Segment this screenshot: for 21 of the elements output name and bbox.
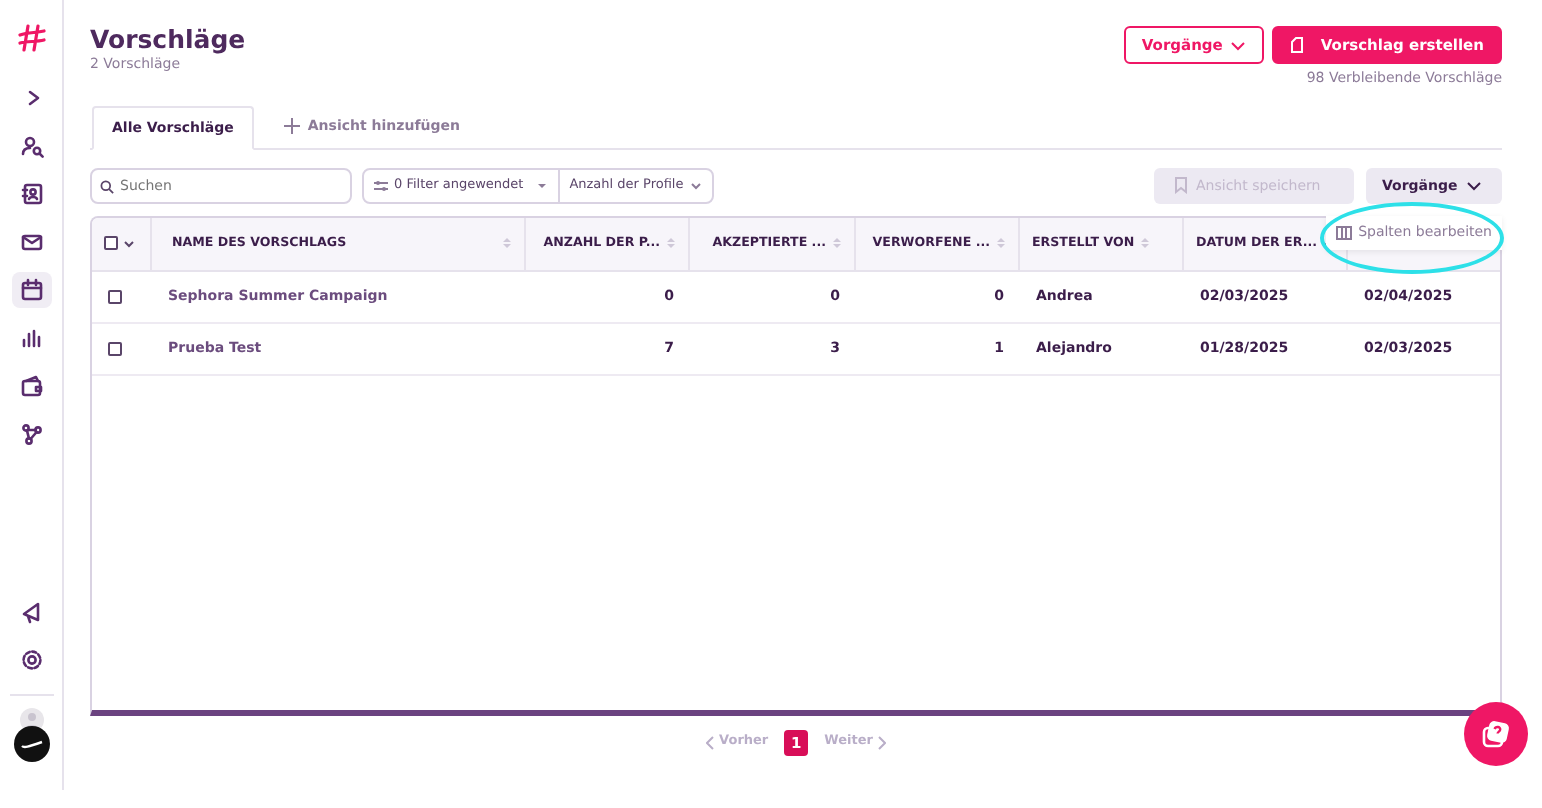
chevron-down-icon xyxy=(1230,39,1247,52)
chevron-down-icon xyxy=(124,239,134,248)
chevron-down-icon xyxy=(1465,179,1482,192)
filter-icon xyxy=(374,179,388,192)
select-all-checkbox[interactable] xyxy=(104,236,118,251)
bookmark-icon xyxy=(1174,176,1188,195)
chevron-down-icon xyxy=(689,181,702,190)
caret-icon xyxy=(535,181,548,190)
page-title: Vorschläge xyxy=(90,24,246,54)
chevron-left-icon xyxy=(705,735,714,750)
calendar-icon[interactable] xyxy=(11,272,51,308)
row-checkbox[interactable] xyxy=(108,289,122,304)
columns-icon xyxy=(1336,225,1353,240)
row-checkbox[interactable] xyxy=(108,341,122,356)
document-icon xyxy=(1290,36,1305,55)
help-button[interactable] xyxy=(1464,702,1528,766)
chevron-right-icon xyxy=(878,735,887,750)
workspace-avatar[interactable] xyxy=(13,726,49,762)
help-icon xyxy=(1480,718,1512,750)
logo-icon[interactable] xyxy=(17,24,45,52)
plus-icon xyxy=(283,117,300,134)
